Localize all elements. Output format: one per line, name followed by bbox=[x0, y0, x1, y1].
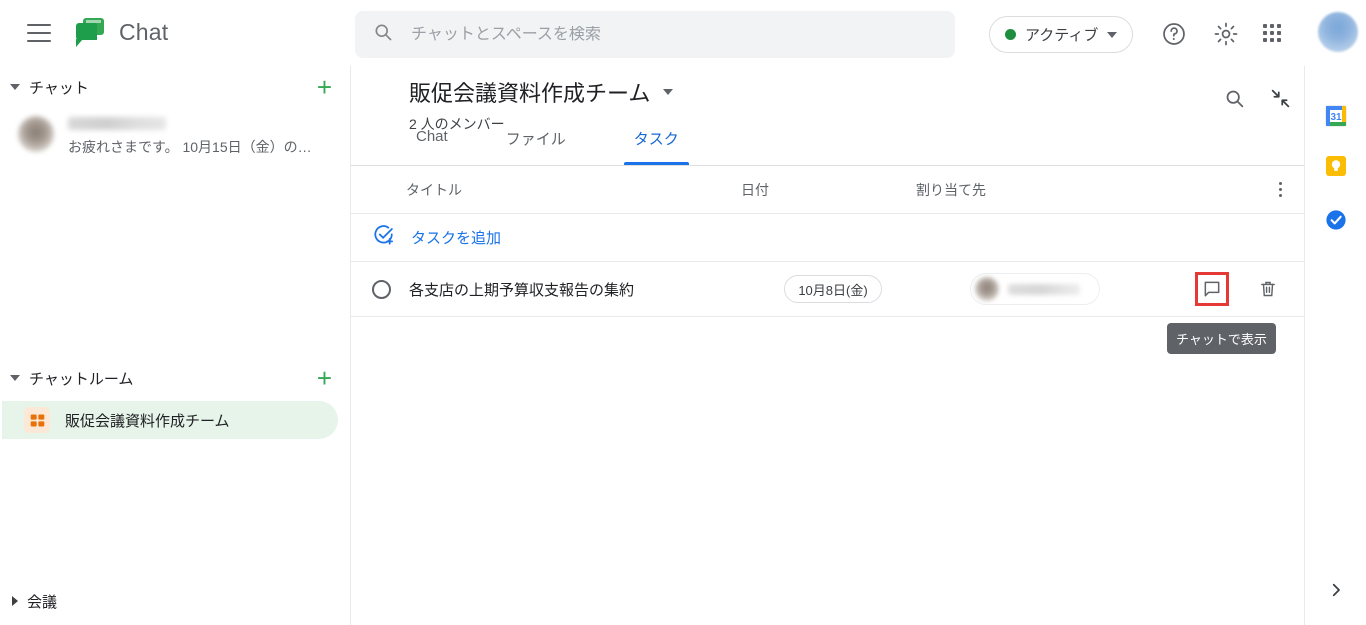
page-title: 販促会議資料作成チーム bbox=[409, 81, 651, 106]
collapse-arrows-icon[interactable] bbox=[1270, 88, 1291, 114]
table-row[interactable]: 各支店の上期予算収支報告の集約 10月8日(金) bbox=[351, 262, 1304, 317]
room-header: 販促会議資料作成チーム 2 人のメンバー bbox=[351, 66, 1304, 132]
add-room-button[interactable]: + bbox=[317, 365, 332, 391]
sidebar-item-room[interactable]: 販促会議資料作成チーム bbox=[2, 401, 338, 439]
circle-checkbox-icon[interactable] bbox=[372, 279, 391, 299]
google-keep-icon[interactable] bbox=[1324, 154, 1348, 178]
sidebar-section-chat-label: チャット bbox=[29, 79, 89, 97]
chat-bubble-icon[interactable] bbox=[1195, 272, 1229, 306]
add-task-label: タスクを追加 bbox=[411, 230, 502, 247]
apps-grid-icon[interactable] bbox=[1263, 24, 1289, 50]
room-people-icon bbox=[24, 407, 50, 433]
sidebar-section-meetings[interactable]: 会議 bbox=[0, 577, 351, 625]
left-sidebar: チャット + お疲れさまです。 10月15日（金）の… チャットルーム + 販促… bbox=[0, 66, 351, 625]
task-table-header: タイトル 日付 割り当て先 bbox=[351, 166, 1304, 214]
search-box[interactable] bbox=[355, 11, 955, 58]
app-title: Chat bbox=[119, 19, 169, 45]
avatar bbox=[18, 116, 54, 152]
sidebar-section-rooms-label: チャットルーム bbox=[29, 370, 134, 388]
avatar bbox=[975, 277, 999, 301]
chat-preview-text: お疲れさまです。 10月15日（金）の… bbox=[68, 139, 312, 155]
status-dot-icon bbox=[1005, 29, 1016, 40]
add-task-icon bbox=[373, 224, 395, 251]
app-brand: Chat bbox=[75, 17, 169, 48]
tab-tasks[interactable]: タスク bbox=[623, 128, 689, 165]
svg-text:31: 31 bbox=[1330, 112, 1342, 123]
google-calendar-icon[interactable]: 31 bbox=[1324, 104, 1348, 128]
status-chip[interactable]: アクティブ bbox=[989, 16, 1134, 53]
google-chat-window: Chat アクティブ bbox=[0, 0, 1366, 625]
top-bar: Chat アクティブ bbox=[0, 0, 1366, 66]
status-label: アクティブ bbox=[1025, 27, 1099, 44]
help-circle-icon[interactable] bbox=[1161, 21, 1187, 47]
task-date-chip[interactable]: 10月8日(金) bbox=[784, 275, 882, 303]
triangle-down-icon bbox=[10, 84, 20, 90]
tab-tasks-label: タスク bbox=[633, 131, 679, 148]
tooltip-content: チャットで表示 bbox=[1167, 323, 1276, 354]
chevron-down-icon bbox=[1107, 31, 1118, 38]
search-icon[interactable] bbox=[1224, 88, 1245, 114]
more-vertical-icon[interactable] bbox=[1279, 182, 1282, 197]
trash-icon[interactable] bbox=[1254, 275, 1282, 303]
tab-active-underline bbox=[623, 162, 689, 165]
triangle-right-icon bbox=[12, 596, 18, 606]
add-chat-button[interactable]: + bbox=[317, 74, 332, 100]
hamburger-icon[interactable] bbox=[27, 23, 51, 42]
tab-chat[interactable]: Chat bbox=[406, 128, 458, 165]
google-tasks-icon[interactable] bbox=[1324, 208, 1348, 232]
sidebar-section-rooms[interactable]: チャットルーム + bbox=[0, 357, 350, 399]
right-side-rail: 31 bbox=[1304, 66, 1366, 625]
column-header-assignee: 割り当て先 bbox=[916, 181, 986, 198]
column-header-date: 日付 bbox=[741, 181, 769, 198]
search-input[interactable] bbox=[411, 25, 931, 44]
contact-name-redacted bbox=[68, 117, 166, 130]
google-chat-logo bbox=[75, 17, 105, 48]
tab-files[interactable]: ファイル bbox=[496, 128, 576, 165]
sidebar-section-chat[interactable]: チャット + bbox=[0, 66, 350, 108]
column-header-title: タイトル bbox=[406, 181, 462, 198]
avatar[interactable] bbox=[1318, 12, 1358, 52]
main-panel: 販促会議資料作成チーム 2 人のメンバー Chat ファイル タスク タイトル … bbox=[351, 66, 1304, 625]
chevron-down-icon[interactable] bbox=[663, 89, 674, 95]
assignee-name-redacted bbox=[1008, 283, 1080, 295]
task-assignee-chip[interactable] bbox=[970, 273, 1100, 305]
add-task-button[interactable]: タスクを追加 bbox=[351, 214, 1304, 262]
search-icon bbox=[373, 22, 393, 47]
list-item[interactable]: お疲れさまです。 10月15日（金）の… bbox=[0, 108, 350, 164]
sidebar-section-meetings-label: 会議 bbox=[27, 593, 58, 611]
tab-bar: Chat ファイル タスク bbox=[351, 128, 1304, 166]
task-title: 各支店の上期予算収支報告の集約 bbox=[409, 281, 635, 299]
triangle-down-icon bbox=[10, 375, 20, 381]
gear-icon[interactable] bbox=[1213, 21, 1239, 47]
chevron-right-icon[interactable] bbox=[1327, 581, 1345, 599]
sidebar-item-room-label: 販促会議資料作成チーム bbox=[65, 412, 230, 430]
